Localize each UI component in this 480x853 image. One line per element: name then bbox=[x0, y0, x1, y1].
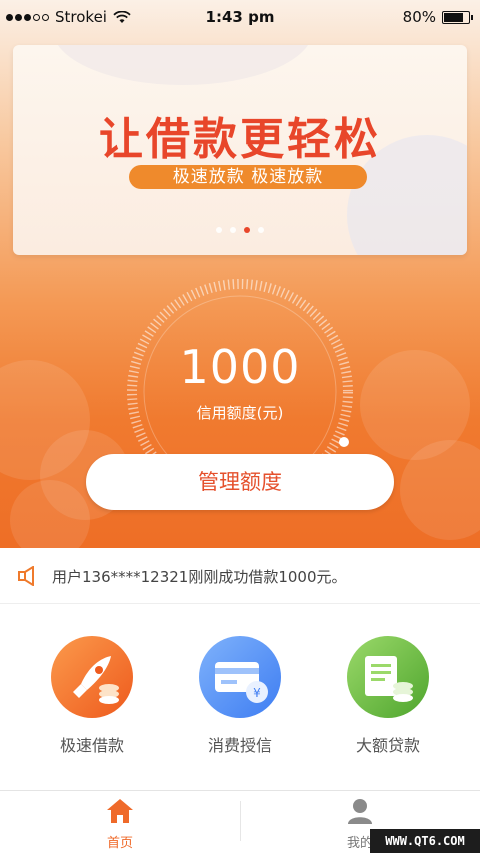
promo-banner[interactable]: 让借款更轻松 极速放款 极速放款 bbox=[13, 45, 467, 255]
battery-percent: 80% bbox=[402, 8, 436, 26]
status-bar: Strokei 1:43 pm 80% bbox=[0, 0, 480, 36]
service-label: 消费授信 bbox=[207, 736, 272, 755]
tab-home[interactable]: 首页 bbox=[0, 797, 240, 851]
banner-decoration bbox=[53, 45, 313, 85]
banner-dot-active[interactable] bbox=[244, 227, 250, 233]
dial-indicator bbox=[339, 437, 349, 447]
service-consumer-credit[interactable]: ¥ 消费授信 bbox=[180, 636, 300, 756]
card-moneybag-icon: ¥ bbox=[199, 636, 281, 718]
banner-subtitle: 极速放款 极速放款 bbox=[129, 165, 367, 189]
service-label: 极速借款 bbox=[59, 736, 124, 755]
watermark: WWW.QT6.COM bbox=[370, 829, 480, 853]
notice-bar: 用户136****12321刚刚成功借款1000元。 bbox=[0, 548, 480, 604]
banner-title: 让借款更轻松 bbox=[99, 114, 381, 165]
svg-text:¥: ¥ bbox=[253, 686, 261, 700]
credit-label: 信用额度(元) bbox=[196, 404, 284, 422]
notice-text: 用户136****12321刚刚成功借款1000元。 bbox=[52, 568, 347, 586]
banner-dot[interactable] bbox=[216, 227, 222, 233]
service-fast-loan[interactable]: 极速借款 bbox=[32, 636, 152, 756]
battery-icon bbox=[442, 10, 473, 24]
banner-pagination bbox=[13, 227, 467, 233]
rocket-coins-icon bbox=[51, 636, 133, 718]
document-coins-icon bbox=[347, 636, 429, 718]
service-large-loan[interactable]: 大额贷款 bbox=[328, 636, 448, 756]
banner-dot[interactable] bbox=[230, 227, 236, 233]
user-icon bbox=[348, 799, 372, 824]
speaker-icon bbox=[18, 566, 34, 586]
banner-dot[interactable] bbox=[258, 227, 264, 233]
status-right: 80% bbox=[402, 8, 473, 26]
manage-credit-button[interactable]: 管理额度 bbox=[86, 454, 394, 510]
service-label: 大额贷款 bbox=[355, 736, 420, 755]
tab-home-label: 首页 bbox=[106, 836, 133, 851]
home-icon bbox=[107, 799, 133, 823]
services-grid: 极速借款 ¥ 消费授信 大额贷款 bbox=[0, 604, 480, 790]
credit-amount: 1000 bbox=[179, 340, 301, 394]
